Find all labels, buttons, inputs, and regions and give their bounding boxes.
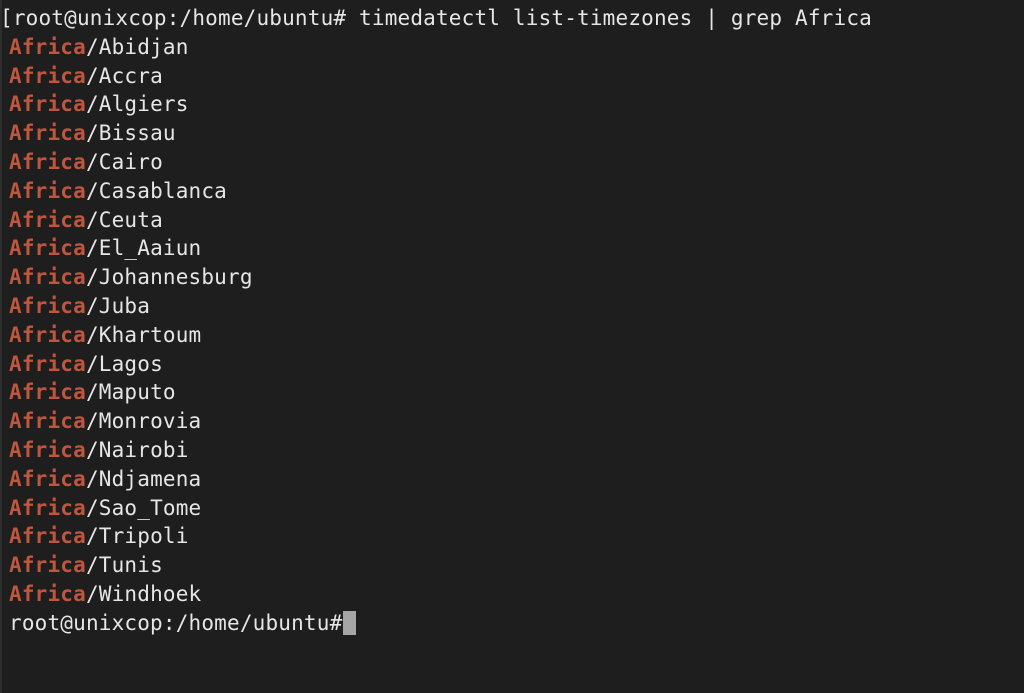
grep-match-token: Africa bbox=[9, 437, 86, 462]
terminal-output-line: Africa/Monrovia bbox=[0, 407, 1024, 436]
grep-match-token: Africa bbox=[9, 207, 86, 232]
timezone-name: /Accra bbox=[85, 63, 163, 88]
final-prompt-text: root@unixcop:/home/ubuntu# bbox=[9, 610, 343, 635]
timezone-name: /Tripoli bbox=[85, 524, 189, 549]
terminal-output-line: Africa/Windhoek bbox=[0, 580, 1024, 609]
grep-match-token: Africa bbox=[9, 149, 86, 174]
grep-match-token: Africa bbox=[9, 322, 86, 347]
timezone-name: /Bissau bbox=[85, 121, 176, 146]
grep-match-token: Africa bbox=[9, 351, 86, 376]
grep-match-token: Africa bbox=[9, 121, 86, 146]
terminal-output-line: Africa/Lagos bbox=[0, 350, 1024, 379]
terminal-output-line: Africa/Tripoli bbox=[0, 522, 1024, 551]
timezone-name: /Ndjamena bbox=[85, 466, 202, 491]
timezone-name: /Cairo bbox=[85, 149, 163, 174]
timezone-name: /Ceuta bbox=[85, 207, 163, 232]
terminal-output-line: Africa/Bissau bbox=[0, 119, 1024, 148]
grep-match-token: Africa bbox=[9, 466, 86, 491]
grep-match-token: Africa bbox=[9, 495, 86, 520]
grep-match-token: Africa bbox=[9, 380, 86, 405]
timezone-name: /Monrovia bbox=[85, 409, 202, 434]
timezone-name: /Nairobi bbox=[85, 437, 189, 462]
terminal-output-line: Africa/Sao_Tome bbox=[0, 494, 1024, 523]
terminal-command-line: [root@unixcop:/home/ubuntu# timedatectl … bbox=[0, 4, 1024, 33]
terminal-output-line: Africa/Maputo bbox=[0, 378, 1024, 407]
timezone-name: /Abidjan bbox=[85, 34, 189, 59]
terminal-output-line: Africa/Algiers bbox=[0, 90, 1024, 119]
timezone-name: /Sao_Tome bbox=[85, 495, 202, 520]
grep-match-token: Africa bbox=[9, 293, 86, 318]
grep-match-token: Africa bbox=[9, 236, 86, 261]
terminal-output-line: Africa/Johannesburg bbox=[0, 263, 1024, 292]
grep-match-token: Africa bbox=[9, 265, 86, 290]
text-cursor[interactable] bbox=[343, 610, 357, 635]
timezone-name: /Algiers bbox=[85, 92, 189, 117]
terminal-output-line: Africa/Khartoum bbox=[0, 321, 1024, 350]
terminal-output-line: Africa/Juba bbox=[0, 292, 1024, 321]
timezone-name: /Tunis bbox=[85, 553, 163, 578]
terminal-output-line: Africa/El_Aaiun bbox=[0, 234, 1024, 263]
terminal-output-line: Africa/Nairobi bbox=[0, 436, 1024, 465]
terminal-final-prompt-line[interactable]: root@unixcop:/home/ubuntu# bbox=[0, 609, 1024, 638]
terminal-output-line: Africa/Casablanca bbox=[0, 177, 1024, 206]
terminal-window[interactable]: [root@unixcop:/home/ubuntu# timedatectl … bbox=[0, 0, 1024, 693]
grep-match-token: Africa bbox=[9, 92, 86, 117]
grep-match-token: Africa bbox=[9, 409, 86, 434]
grep-match-token: Africa bbox=[9, 524, 86, 549]
terminal-output-line: Africa/Ceuta bbox=[0, 206, 1024, 235]
terminal-output: Africa/Abidjan Africa/Accra Africa/Algiers… bbox=[0, 33, 1024, 609]
timezone-name: /Casablanca bbox=[85, 178, 228, 203]
grep-match-token: Africa bbox=[9, 63, 86, 88]
grep-match-token: Africa bbox=[9, 553, 86, 578]
terminal-output-line: Africa/Abidjan bbox=[0, 33, 1024, 62]
timezone-name: /Maputo bbox=[85, 380, 176, 405]
timezone-name: /Khartoum bbox=[85, 322, 202, 347]
terminal-output-line: Africa/Accra bbox=[0, 62, 1024, 91]
terminal-output-line: Africa/Tunis bbox=[0, 551, 1024, 580]
command-line-text: [root@unixcop:/home/ubuntu# timedatectl … bbox=[0, 6, 872, 30]
timezone-name: /El_Aaiun bbox=[85, 236, 202, 261]
grep-match-token: Africa bbox=[9, 581, 86, 606]
grep-match-token: Africa bbox=[9, 178, 86, 203]
timezone-name: /Juba bbox=[85, 293, 151, 318]
timezone-name: /Johannesburg bbox=[85, 265, 253, 290]
terminal-output-line: Africa/Cairo bbox=[0, 148, 1024, 177]
timezone-name: /Windhoek bbox=[85, 581, 202, 606]
grep-match-token: Africa bbox=[9, 34, 86, 59]
terminal-output-line: Africa/Ndjamena bbox=[0, 465, 1024, 494]
timezone-name: /Lagos bbox=[85, 351, 163, 376]
